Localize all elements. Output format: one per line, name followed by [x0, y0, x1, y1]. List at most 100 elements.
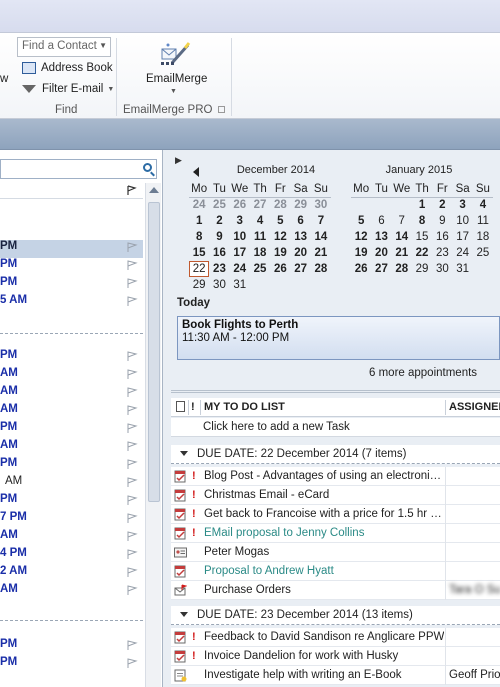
- calendar-day[interactable]: 26: [270, 261, 290, 277]
- message-row[interactable]: PM: [0, 493, 143, 511]
- flag-column-header[interactable]: [0, 183, 143, 199]
- calendar-day[interactable]: 30: [432, 261, 452, 277]
- flag-icon[interactable]: [126, 477, 138, 491]
- calendar-day[interactable]: 12: [351, 229, 371, 245]
- calendar-day[interactable]: 15: [412, 229, 432, 245]
- calendar-day[interactable]: 9: [209, 229, 229, 245]
- calendar-day[interactable]: 14: [311, 229, 331, 245]
- calendar-day[interactable]: 21: [392, 245, 412, 261]
- flag-icon[interactable]: [126, 351, 138, 365]
- add-new-task-row[interactable]: Click here to add a new Task: [171, 418, 500, 437]
- flag-icon[interactable]: [126, 640, 138, 654]
- todo-title-column-header[interactable]: MY TO DO LIST: [204, 401, 285, 413]
- flag-icon[interactable]: [126, 387, 138, 401]
- calendar-day[interactable]: 30: [311, 197, 331, 213]
- message-row[interactable]: AM: [0, 583, 143, 601]
- previous-month-icon[interactable]: [193, 167, 199, 177]
- message-row[interactable]: AM: [0, 439, 143, 457]
- flag-icon[interactable]: [126, 296, 138, 310]
- calendar-day[interactable]: 28: [270, 197, 290, 213]
- message-row[interactable]: PM: [0, 656, 143, 674]
- message-row[interactable]: PM: [0, 276, 143, 294]
- todo-item-row[interactable]: ! EMail proposal to Jenny Collins: [171, 524, 500, 543]
- flag-icon[interactable]: [126, 459, 138, 473]
- calendar-day[interactable]: 31: [452, 261, 472, 277]
- calendar-day[interactable]: 31: [230, 277, 250, 293]
- calendar-day[interactable]: 17: [230, 245, 250, 261]
- todo-item-row[interactable]: Proposal to Andrew Hyatt: [171, 562, 500, 581]
- calendar-day[interactable]: 11: [473, 213, 493, 229]
- calendar-day[interactable]: 28: [311, 261, 331, 277]
- flag-icon[interactable]: [126, 531, 138, 545]
- calendar-day[interactable]: 23: [209, 261, 229, 277]
- calendar-day[interactable]: 4: [250, 213, 270, 229]
- message-row[interactable]: AM: [0, 529, 143, 547]
- calendar-day[interactable]: 27: [371, 261, 391, 277]
- calendar-day[interactable]: 10: [230, 229, 250, 245]
- importance-column-header[interactable]: !: [191, 401, 195, 413]
- calendar-day[interactable]: 12: [270, 229, 290, 245]
- calendar-day[interactable]: 22: [412, 245, 432, 261]
- dialog-launcher-icon[interactable]: [218, 106, 225, 113]
- collapse-arrow-icon[interactable]: ▶: [175, 155, 182, 166]
- calendar-day[interactable]: 6: [371, 213, 391, 229]
- message-row[interactable]: AM: [0, 475, 143, 493]
- todo-group-header[interactable]: DUE DATE: 23 December 2014 (13 items): [171, 606, 500, 625]
- vertical-scrollbar[interactable]: [145, 183, 161, 687]
- calendar-day[interactable]: 1: [412, 197, 432, 213]
- calendar-day[interactable]: 21: [311, 245, 331, 261]
- flag-icon[interactable]: [126, 549, 138, 563]
- message-row[interactable]: 7 PM: [0, 511, 143, 529]
- calendar-day[interactable]: 25: [473, 245, 493, 261]
- calendar-day[interactable]: 29: [189, 277, 209, 293]
- message-row[interactable]: AM: [0, 385, 143, 403]
- calendar-day[interactable]: 27: [290, 261, 310, 277]
- assigned-column-header[interactable]: ASSIGNED: [449, 401, 500, 413]
- calendar-day[interactable]: 2: [432, 197, 452, 213]
- flag-icon[interactable]: [126, 242, 138, 256]
- message-row[interactable]: PM: [0, 349, 143, 367]
- calendar-day[interactable]: 16: [432, 229, 452, 245]
- scroll-up-icon[interactable]: [149, 187, 159, 193]
- calendar-day[interactable]: 26: [230, 197, 250, 213]
- todo-item-row[interactable]: ! Christmas Email - eCard: [171, 486, 500, 505]
- calendar-day[interactable]: 4: [473, 197, 493, 213]
- calendar-day[interactable]: 20: [290, 245, 310, 261]
- message-row[interactable]: PM: [0, 421, 143, 439]
- calendar-day[interactable]: 23: [432, 245, 452, 261]
- flag-icon[interactable]: [126, 423, 138, 437]
- calendar-day[interactable]: 17: [452, 229, 472, 245]
- todo-item-row[interactable]: Purchase Orders Tara O Sul: [171, 581, 500, 600]
- search-input[interactable]: [0, 159, 157, 179]
- emailmerge-button[interactable]: EmailMerge: [146, 73, 207, 85]
- calendar-day[interactable]: 8: [412, 213, 432, 229]
- calendar-day[interactable]: 24: [230, 261, 250, 277]
- more-appointments-link[interactable]: 6 more appointments: [369, 367, 477, 379]
- flag-icon[interactable]: [126, 369, 138, 383]
- message-row[interactable]: 5 AM: [0, 294, 143, 312]
- message-row[interactable]: PM: [0, 638, 143, 656]
- todo-group-header[interactable]: DUE DATE: 22 December 2014 (7 items): [171, 445, 500, 464]
- chevron-down-icon[interactable]: ▼: [99, 41, 107, 50]
- calendar-day[interactable]: 11: [250, 229, 270, 245]
- filter-email-button[interactable]: Filter E-mail ▼: [22, 83, 114, 95]
- calendar-day[interactable]: 13: [290, 229, 310, 245]
- calendar-day[interactable]: 10: [452, 213, 472, 229]
- collapse-group-icon[interactable]: [180, 612, 188, 617]
- collapse-group-icon[interactable]: [180, 451, 188, 456]
- flag-icon[interactable]: [126, 405, 138, 419]
- calendar-day[interactable]: 5: [270, 213, 290, 229]
- calendar-day-today[interactable]: 22: [189, 261, 210, 277]
- calendar-day[interactable]: 3: [230, 213, 250, 229]
- calendar-day[interactable]: 19: [351, 245, 371, 261]
- message-row[interactable]: AM: [0, 403, 143, 421]
- flag-icon[interactable]: [126, 260, 138, 274]
- calendar-day[interactable]: 25: [250, 261, 270, 277]
- calendar-day[interactable]: 2: [209, 213, 229, 229]
- calendar-day[interactable]: 9: [432, 213, 452, 229]
- calendar-day[interactable]: 13: [371, 229, 391, 245]
- calendar-day[interactable]: 5: [351, 213, 371, 229]
- calendar-day[interactable]: 14: [392, 229, 412, 245]
- calendar-day[interactable]: 15: [189, 245, 209, 261]
- todo-item-row[interactable]: ! Blog Post - Advantages of using an elec…: [171, 467, 500, 486]
